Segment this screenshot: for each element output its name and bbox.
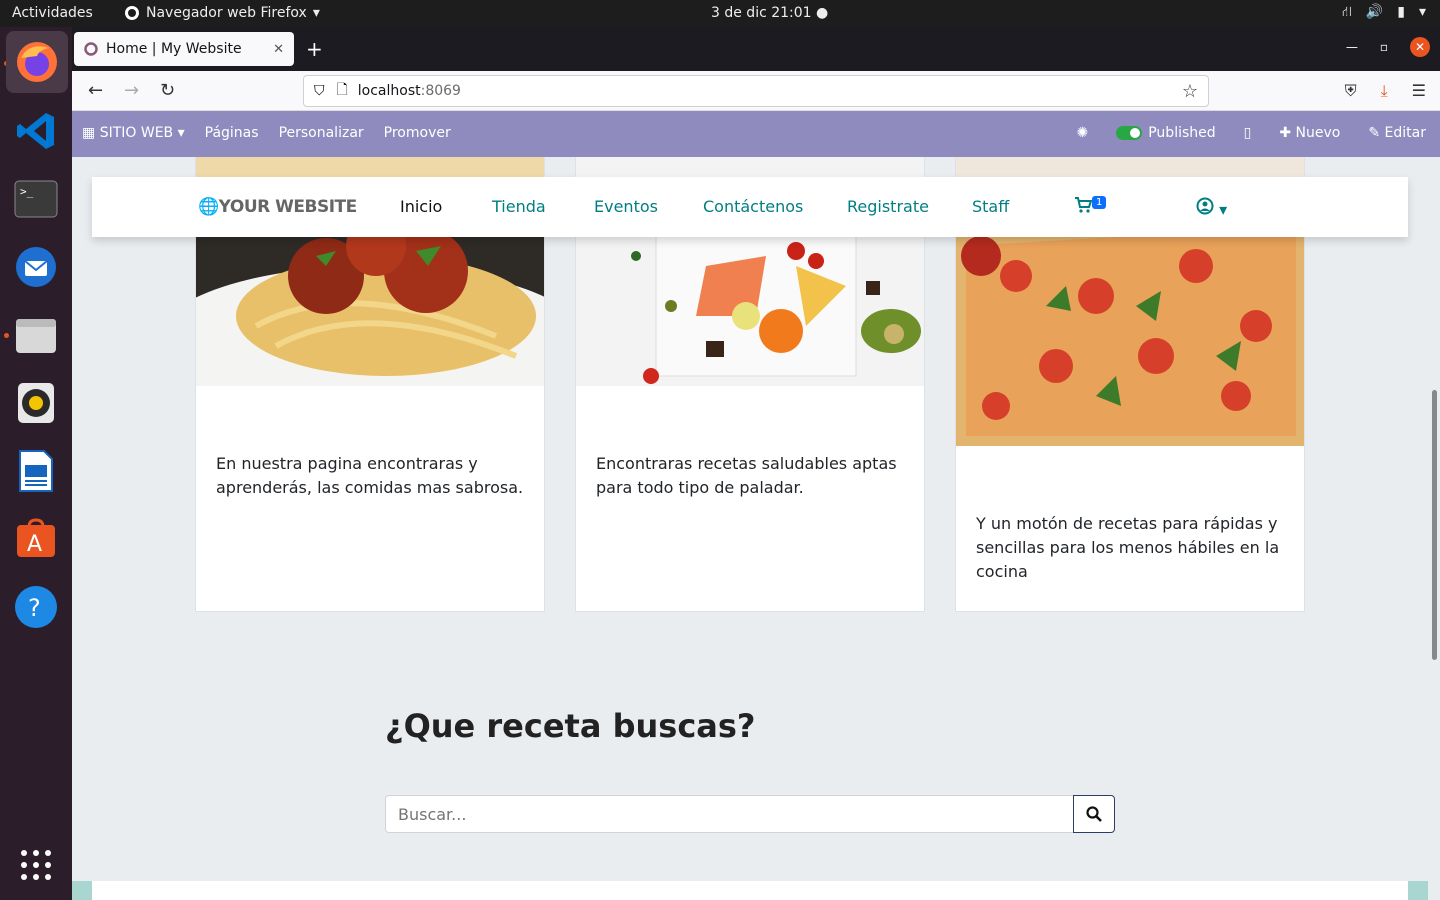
customize-menu[interactable]: Personalizar: [279, 125, 364, 141]
new-button[interactable]: ✚ Nuevo: [1279, 125, 1340, 141]
recipe-search-input[interactable]: [385, 795, 1074, 833]
firefox-small-icon: [125, 6, 139, 20]
network-icon: ⛙: [1341, 4, 1352, 20]
grid-icon: ▦: [82, 125, 96, 141]
published-toggle[interactable]: Published: [1116, 125, 1216, 141]
edit-label: Editar: [1384, 125, 1426, 141]
site-logo[interactable]: 🌐YOUR WEBSITE: [198, 197, 357, 217]
search-icon: [1086, 806, 1102, 822]
system-tray[interactable]: ⛙ 🔊 ▮ ▾: [1342, 4, 1426, 22]
card-text: Y un motón de recetas para rápidas y sen…: [976, 514, 1280, 581]
firefox-icon[interactable]: [6, 31, 68, 93]
published-label: Published: [1148, 125, 1216, 141]
sitio-web-label: SITIO WEB: [99, 125, 174, 141]
tab-title: Home | My Website: [106, 41, 242, 57]
footer-edge: [72, 881, 1428, 900]
nav-staff[interactable]: Staff: [972, 197, 1009, 216]
window-controls: — ▫ ✕: [1346, 37, 1430, 57]
card-text: En nuestra pagina encontraras y aprender…: [216, 454, 524, 497]
plus-icon: ✚: [1279, 125, 1292, 141]
url-bar[interactable]: ⛉ 🗋 localhost:8069 ☆: [303, 75, 1209, 107]
chevron-down-icon: ▾: [1418, 4, 1426, 20]
promote-menu[interactable]: Promover: [384, 125, 451, 141]
card-text: Encontraras recetas saludables aptas par…: [596, 454, 897, 497]
website-header: 🌐YOUR WEBSITE Inicio Tienda Eventos Cont…: [92, 177, 1408, 237]
cart-icon: [1075, 197, 1093, 213]
sitio-web-menu[interactable]: ▦ SITIO WEB ▾: [82, 125, 185, 141]
tab-home[interactable]: Home | My Website ✕: [74, 32, 294, 66]
page-icon: 🗋: [336, 82, 348, 98]
clock-label: 3 de dic 21:01: [711, 5, 812, 21]
back-icon[interactable]: ←: [88, 80, 103, 101]
notification-dot-icon: ●: [816, 5, 829, 21]
writer-icon[interactable]: [12, 447, 60, 495]
toolbar-right: ⛨ ⤓ ☰: [1345, 81, 1426, 101]
system-top-bar: Actividades Navegador web Firefox ▾ 3 de…: [0, 0, 1440, 27]
toggle-switch: [1116, 126, 1143, 140]
downloads-icon[interactable]: ⤓: [1381, 81, 1388, 101]
nav-eventos[interactable]: Eventos: [594, 197, 658, 216]
activities-button[interactable]: Actividades: [12, 5, 93, 21]
help-icon[interactable]: ?: [12, 583, 60, 631]
reload-icon[interactable]: ↻: [160, 80, 175, 101]
user-circle-icon: [1196, 197, 1214, 215]
apps-grid-icon[interactable]: [12, 841, 60, 889]
close-tab-icon[interactable]: ✕: [273, 42, 284, 57]
nav-registrate[interactable]: Registrate: [847, 197, 929, 216]
vscode-icon[interactable]: [12, 107, 60, 155]
shield-icon[interactable]: ⛉: [314, 83, 325, 99]
search-section-title: ¿Que receta buscas?: [385, 707, 756, 745]
edit-button[interactable]: ✎ Editar: [1368, 125, 1426, 141]
bookmark-star-icon[interactable]: ☆: [1182, 81, 1198, 102]
url-host: localhost: [357, 83, 421, 99]
maximize-icon[interactable]: ▫: [1380, 40, 1388, 54]
page-viewport: En nuestra pagina encontraras y aprender…: [72, 157, 1428, 900]
url-port: :8069: [420, 83, 461, 99]
cart-badge: 1: [1092, 196, 1107, 209]
svg-text:?: ?: [28, 594, 41, 622]
app-menu[interactable]: Navegador web Firefox ▾: [124, 5, 320, 21]
minimize-icon[interactable]: —: [1346, 40, 1358, 54]
terminal-icon[interactable]: >_: [12, 175, 60, 223]
mobile-preview-icon[interactable]: ▯: [1244, 125, 1252, 141]
cart-button[interactable]: 1: [1074, 196, 1107, 217]
hamburger-menu-icon[interactable]: ☰: [1412, 81, 1426, 101]
chevron-down-icon: ▾: [312, 5, 320, 21]
svg-text:>_: >_: [20, 185, 34, 198]
odoo-favicon-icon: [84, 42, 98, 56]
site-logo-text: YOUR WEBSITE: [218, 197, 358, 217]
nav-tienda[interactable]: Tienda: [492, 197, 546, 216]
battery-icon: ▮: [1397, 4, 1405, 20]
nav-inicio[interactable]: Inicio: [400, 197, 442, 216]
user-menu[interactable]: ▾: [1196, 197, 1227, 219]
dock: >_ A ?: [0, 27, 72, 900]
page-scrollbar[interactable]: [1428, 157, 1440, 900]
forward-icon[interactable]: →: [124, 80, 139, 101]
navigation-toolbar: ← → ↻ ⛉ 🗋 localhost:8069 ☆ ⛨ ⤓ ☰: [72, 71, 1440, 111]
new-label: Nuevo: [1295, 125, 1341, 141]
volume-icon: 🔊: [1365, 4, 1384, 20]
close-window-icon[interactable]: ✕: [1410, 37, 1430, 57]
odoo-editor-bar: ▦ SITIO WEB ▾ Páginas Personalizar Promo…: [72, 111, 1440, 157]
running-indicator: [4, 333, 9, 338]
search-button[interactable]: [1073, 795, 1115, 833]
thunderbird-icon[interactable]: [12, 243, 60, 291]
debug-bug-icon[interactable]: ✺: [1077, 125, 1089, 141]
app-menu-label: Navegador web Firefox: [146, 5, 307, 21]
footer-panel: [92, 881, 1408, 900]
pages-menu[interactable]: Páginas: [205, 125, 259, 141]
new-tab-icon[interactable]: +: [306, 37, 323, 61]
svg-text:A: A: [27, 532, 42, 557]
pencil-icon: ✎: [1368, 125, 1381, 141]
nav-contactenos[interactable]: Contáctenos: [703, 197, 803, 216]
software-icon[interactable]: A: [12, 515, 60, 563]
globe-icon: 🌐: [198, 197, 219, 217]
tab-bar: Home | My Website ✕ + — ▫ ✕: [72, 27, 1440, 71]
rhythmbox-icon[interactable]: [12, 379, 60, 427]
clock[interactable]: 3 de dic 21:01 ●: [711, 5, 828, 21]
files-icon[interactable]: [12, 311, 60, 359]
scrollbar-thumb[interactable]: [1432, 390, 1437, 660]
pocket-icon[interactable]: ⛨: [1345, 81, 1357, 101]
